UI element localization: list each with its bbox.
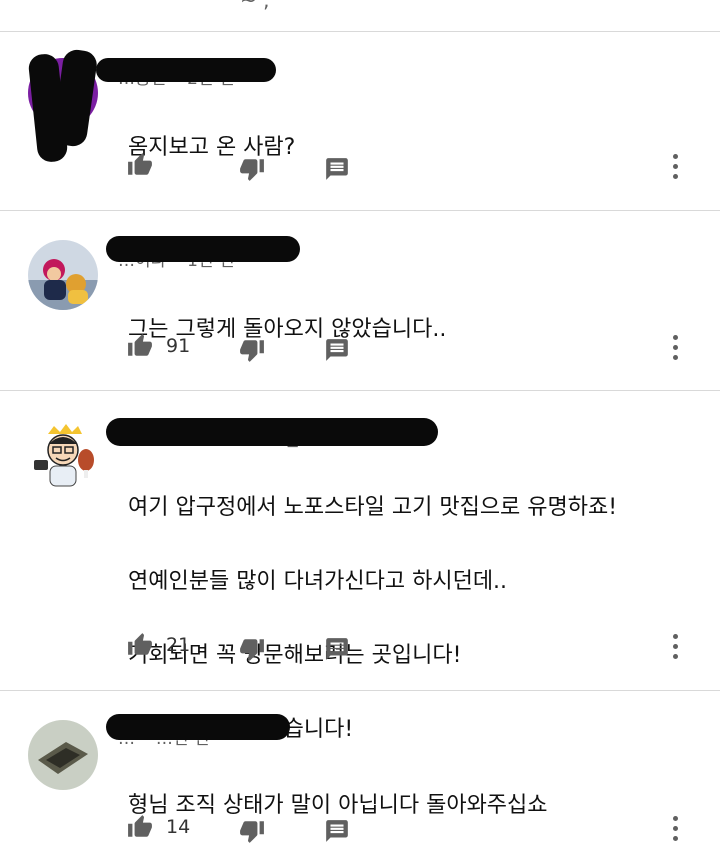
dislike-icon	[238, 818, 266, 844]
avatar[interactable]	[28, 720, 98, 790]
reply-button[interactable]	[324, 337, 350, 363]
dislike-icon	[238, 636, 266, 662]
like-button[interactable]: 21	[126, 632, 190, 658]
comment-actions	[126, 152, 706, 182]
like-button[interactable]	[126, 152, 166, 178]
comment-line: 여기 압구정에서 노포스타일 고기 맛집으로 유명하죠!	[128, 495, 618, 520]
dislike-icon	[238, 337, 266, 363]
comment-item: … MeatCreator • …전 여기 압구정에서 노포스타일 고기 맛집으…	[0, 392, 720, 742]
comment-item: … • …년 전 형님 조직 상태가 말이 아닙니다 돌아와주십쇼 14	[0, 692, 720, 843]
like-count: 91	[166, 335, 191, 357]
like-button[interactable]: 91	[126, 333, 190, 359]
comment-line: 연예인분들 많이 다녀가신다고 하시던데..	[128, 569, 508, 594]
dislike-button[interactable]	[238, 337, 266, 363]
avatar[interactable]	[28, 420, 98, 490]
dislike-button[interactable]	[238, 156, 266, 182]
redaction-mark	[96, 58, 276, 82]
comment-text: 그는 그렇게 돌아오지 않았습니다..	[128, 274, 446, 385]
reply-icon	[324, 636, 350, 662]
like-button[interactable]: 14	[126, 814, 190, 840]
reply-button[interactable]	[324, 818, 350, 844]
reply-button[interactable]	[324, 156, 350, 182]
comment-actions: 14	[126, 814, 706, 844]
reply-icon	[324, 156, 350, 182]
clipped-text: ~ ,	[240, 0, 270, 12]
more-options-button[interactable]	[666, 634, 686, 660]
comment-actions: 91	[126, 333, 706, 363]
more-options-button[interactable]	[666, 816, 686, 842]
like-count: 14	[166, 816, 191, 838]
like-icon	[126, 814, 154, 840]
redaction-mark	[106, 236, 300, 262]
dislike-icon	[238, 156, 266, 182]
more-options-button[interactable]	[666, 154, 686, 180]
comment-item: …용민 • 2년 전 옴지보고 온 사람?	[0, 32, 720, 211]
reply-icon	[324, 337, 350, 363]
redaction-mark	[106, 714, 290, 740]
reply-button[interactable]	[324, 636, 350, 662]
more-options-button[interactable]	[666, 335, 686, 361]
like-count: 21	[166, 634, 191, 656]
comment-item: …이다 • 1년 전 그는 그렇게 돌아오지 않았습니다.. 91	[0, 212, 720, 391]
previous-comment-stub: ~ ,	[0, 0, 720, 32]
like-icon	[126, 152, 154, 178]
like-icon	[126, 333, 154, 359]
dislike-button[interactable]	[238, 818, 266, 844]
comment-text: 형님 조직 상태가 말이 아닙니다 돌아와주십쇼	[128, 750, 548, 861]
avatar[interactable]	[28, 240, 98, 310]
redaction-mark	[106, 418, 438, 446]
comment-actions: 21	[126, 632, 706, 662]
reply-icon	[324, 818, 350, 844]
like-icon	[126, 632, 154, 658]
dislike-button[interactable]	[238, 636, 266, 662]
comment-text: 옴지보고 온 사람?	[128, 92, 295, 203]
